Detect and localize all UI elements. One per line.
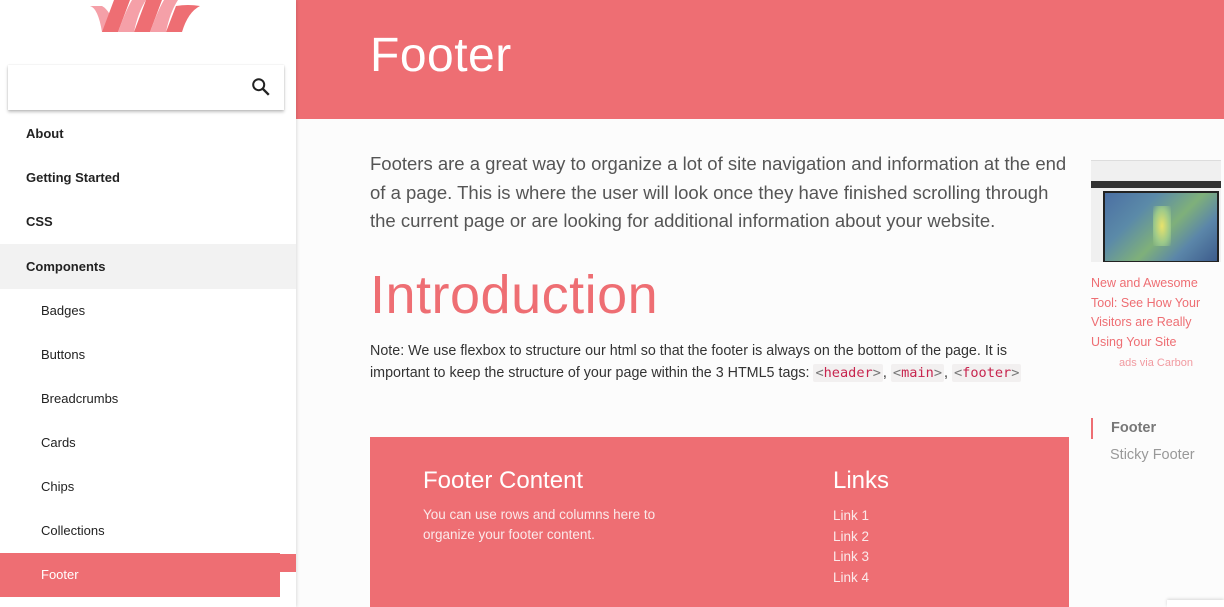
sidebar-item-buttons[interactable]: Buttons (0, 333, 296, 377)
footer-links-column: Links Link 1 Link 2 Link 3 Link 4 (833, 467, 889, 588)
toc-item-footer[interactable]: Footer (1091, 418, 1221, 439)
code-footer-tag: <footer> (951, 363, 1022, 382)
page-title: Footer (370, 29, 512, 82)
materialize-logo[interactable] (88, 0, 204, 32)
sidebar-item-footer[interactable]: Footer (0, 553, 280, 597)
sidebar-item-getting-started[interactable]: Getting Started (0, 156, 296, 200)
floating-widget-edge[interactable] (1167, 600, 1224, 607)
ad-image-hotspot (1153, 206, 1171, 246)
sidebar-item-components[interactable]: Components (0, 244, 296, 289)
footer-content-title: Footer Content (423, 467, 584, 494)
footer-link-1[interactable]: Link 1 (833, 506, 889, 527)
ad-image[interactable] (1091, 160, 1221, 262)
search-input[interactable] (8, 65, 238, 110)
footer-links-list: Link 1 Link 2 Link 3 Link 4 (833, 506, 889, 588)
table-of-contents: Footer Sticky Footer (1091, 418, 1221, 466)
note-paragraph: Note: We use flexbox to structure our ht… (370, 342, 1022, 382)
active-item-edge (280, 554, 296, 572)
page-header: Footer (296, 0, 1224, 119)
code-header-tag: <header> (813, 363, 883, 382)
footer-link-4[interactable]: Link 4 (833, 568, 889, 589)
footer-content-text: You can use rows and columns here to org… (423, 507, 656, 542)
sidebar-item-collections[interactable]: Collections (0, 509, 296, 553)
code-main-tag: <main> (890, 363, 944, 382)
side-nav: About Getting Started CSS Components Bad… (0, 0, 296, 607)
sidebar-item-chips[interactable]: Chips (0, 465, 296, 509)
sidebar-item-css[interactable]: CSS (0, 200, 296, 244)
sidebar-item-about[interactable]: About (0, 112, 296, 156)
sidebar-item-badges[interactable]: Badges (0, 289, 296, 333)
sidebar-item-cards[interactable]: Cards (0, 421, 296, 465)
footer-demo: Footer Content You can use rows and colu… (370, 437, 1069, 607)
intro-paragraph: Footers are a great way to organize a lo… (370, 153, 1067, 231)
toc-item-sticky-footer[interactable]: Sticky Footer (1091, 445, 1221, 466)
sidebar-menu: About Getting Started CSS Components Bad… (0, 112, 296, 597)
sidebar-item-breadcrumbs[interactable]: Breadcrumbs (0, 377, 296, 421)
search-icon[interactable] (250, 76, 272, 98)
ad-link-text[interactable]: New and Awesome Tool: See How Your Visit… (1091, 274, 1221, 352)
footer-link-2[interactable]: Link 2 (833, 527, 889, 548)
carbon-ad: New and Awesome Tool: See How Your Visit… (1091, 160, 1221, 369)
footer-content-column: Footer Content You can use rows and colu… (423, 467, 683, 545)
search-box[interactable] (8, 65, 284, 110)
footer-link-3[interactable]: Link 3 (833, 547, 889, 568)
ad-image-toolbar (1091, 181, 1221, 188)
ad-via-carbon[interactable]: ads via Carbon (1091, 357, 1221, 369)
main-content: Footers are a great way to organize a lo… (370, 150, 1070, 384)
section-title-introduction: Introduction (370, 264, 659, 325)
footer-links-title: Links (833, 467, 890, 494)
